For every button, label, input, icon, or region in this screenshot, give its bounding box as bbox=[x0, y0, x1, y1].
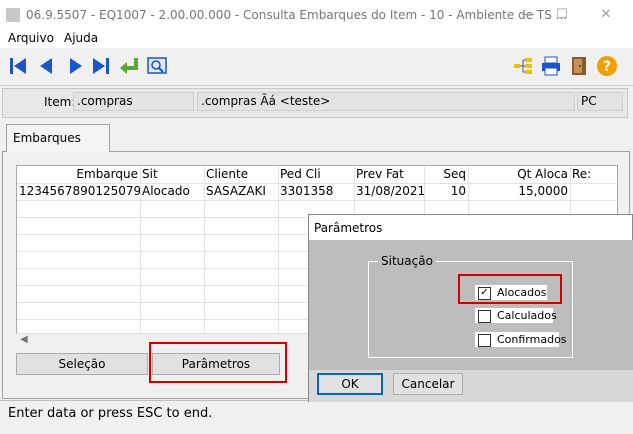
col-header-embarque[interactable]: Embarque bbox=[17, 166, 140, 183]
scroll-left-icon[interactable]: ◀ bbox=[20, 334, 28, 345]
calculados-checkbox[interactable]: Calculados bbox=[474, 307, 557, 324]
menu-arquivo[interactable]: Arquivo bbox=[8, 31, 54, 45]
dialog-title: Parâmetros bbox=[314, 221, 383, 235]
col-header-ped-cli[interactable]: Ped Cli bbox=[278, 166, 354, 183]
exit-door-icon[interactable] bbox=[568, 55, 590, 77]
cell-ped-cli[interactable]: 3301358 bbox=[278, 183, 354, 200]
item-unit-field[interactable]: PC bbox=[577, 92, 623, 111]
tab-embarques[interactable]: Embarques bbox=[6, 124, 110, 152]
cell-prev-fat[interactable]: 31/08/2021 bbox=[354, 183, 424, 200]
cell-seq[interactable]: 10 bbox=[424, 183, 468, 200]
grid-row-divider bbox=[17, 200, 617, 201]
go-to-icon[interactable] bbox=[118, 55, 140, 77]
col-header-res[interactable]: Re: bbox=[570, 166, 617, 183]
svg-text:?: ? bbox=[603, 59, 611, 75]
previous-record-icon[interactable] bbox=[36, 55, 58, 77]
calculados-label: Calculados bbox=[497, 309, 557, 322]
col-header-cliente[interactable]: Cliente bbox=[204, 166, 278, 183]
minimize-icon[interactable]: — bbox=[518, 6, 538, 24]
situacao-group-label: Situação bbox=[378, 254, 436, 268]
item-code-field[interactable]: .compras bbox=[73, 92, 194, 111]
first-record-icon[interactable] bbox=[8, 55, 30, 77]
menu-ajuda[interactable]: Ajuda bbox=[64, 31, 98, 45]
cell-qt-aloca[interactable]: 15,0000 bbox=[468, 183, 570, 200]
cell-sit[interactable]: Alocado bbox=[140, 183, 204, 200]
status-text: Enter data or press ESC to end. bbox=[8, 406, 213, 421]
confirmados-label: Confirmados bbox=[497, 333, 567, 346]
col-header-qt-aloca[interactable]: Qt Aloca bbox=[468, 166, 570, 183]
cancelar-button[interactable]: Cancelar bbox=[393, 373, 463, 395]
highlight-alocados bbox=[458, 274, 562, 304]
next-record-icon[interactable] bbox=[64, 55, 86, 77]
confirmados-checkbox[interactable]: Confirmados bbox=[474, 331, 567, 348]
app-icon bbox=[6, 8, 20, 22]
maximize-icon[interactable]: ☐ bbox=[552, 6, 572, 24]
item-description-field[interactable]: .compras Ãá <teste> bbox=[197, 92, 575, 111]
last-record-icon[interactable] bbox=[90, 55, 112, 77]
help-icon[interactable]: ? bbox=[596, 55, 618, 77]
window-title: 06.9.5507 - EQ1007 - 2.00.00.000 - Consu… bbox=[26, 8, 568, 22]
cell-cliente[interactable]: SASAZAKI bbox=[204, 183, 278, 200]
col-header-sit[interactable]: Sit bbox=[140, 166, 204, 183]
col-header-prev-fat[interactable]: Prev Fat bbox=[354, 166, 424, 183]
checkbox-unchecked-icon bbox=[478, 310, 491, 323]
ok-button[interactable]: OK bbox=[317, 373, 383, 395]
col-header-seq[interactable]: Seq bbox=[424, 166, 468, 183]
tree-icon[interactable] bbox=[512, 55, 534, 77]
close-icon[interactable]: ✕ bbox=[596, 6, 616, 24]
highlight-parametros bbox=[149, 342, 287, 383]
print-icon[interactable] bbox=[540, 55, 562, 77]
checkbox-unchecked-icon bbox=[478, 334, 491, 347]
cell-embarque[interactable]: 1234567890125079 bbox=[17, 183, 140, 200]
item-label: Item: bbox=[44, 95, 76, 109]
search-icon[interactable] bbox=[146, 55, 168, 77]
selecao-button[interactable]: Seleção bbox=[16, 353, 148, 375]
